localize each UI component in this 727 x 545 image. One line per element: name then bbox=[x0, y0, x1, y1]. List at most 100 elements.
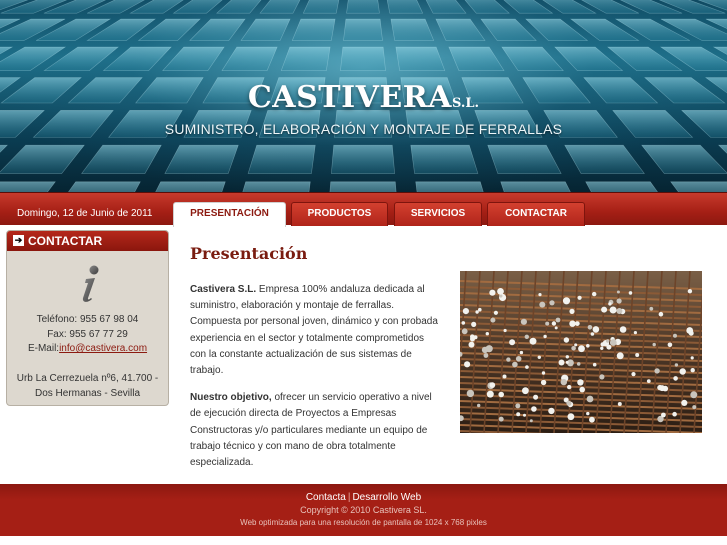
rebar-end-cap bbox=[586, 411, 590, 416]
intro-paragraph: Castivera S.L. Empresa 100% andaluza ded… bbox=[190, 282, 440, 379]
rebar-end-cap bbox=[577, 295, 582, 300]
email-link[interactable]: info@castivera.com bbox=[59, 343, 147, 354]
header-grid-tile bbox=[331, 144, 395, 174]
objective-paragraph: Nuestro objetivo, ofrecer un servicio op… bbox=[190, 390, 440, 471]
rebar-end-cap bbox=[577, 379, 584, 386]
rebar-end-cap bbox=[616, 352, 624, 360]
rebar-end-cap bbox=[524, 334, 529, 339]
rebar-end-cap bbox=[538, 293, 542, 297]
rebar-end-cap bbox=[606, 344, 612, 350]
header-grid-tile bbox=[415, 181, 484, 192]
rebar-end-cap bbox=[466, 389, 475, 398]
header-grid-tile bbox=[501, 46, 564, 71]
rebar-end-cap bbox=[635, 353, 640, 357]
header-grid-tile bbox=[280, 46, 331, 71]
rebar-end-cap bbox=[522, 387, 529, 395]
tab-servicios[interactable]: SERVICIOS bbox=[394, 202, 482, 226]
footer-link-contacta[interactable]: Contacta bbox=[306, 492, 346, 503]
rebar-end-cap bbox=[558, 359, 565, 366]
tab-productos[interactable]: PRODUCTOS bbox=[291, 202, 388, 226]
rebar-end-cap bbox=[486, 390, 494, 398]
arrow-right-icon: ➔ bbox=[13, 235, 24, 247]
rebar-end-cap bbox=[506, 357, 511, 362]
rebar-end-cap bbox=[587, 325, 593, 330]
rebar-end-cap bbox=[525, 365, 529, 369]
sidebar-header: ➔ CONTACTAR bbox=[7, 231, 168, 251]
email-row: E-Mail:info@castivera.com bbox=[7, 342, 168, 357]
rebar-end-cap bbox=[690, 368, 695, 373]
header-grid-tile bbox=[343, 18, 383, 41]
rebar-end-cap bbox=[654, 368, 660, 374]
header-grid-tile bbox=[346, 0, 380, 14]
rebar-end-cap bbox=[541, 371, 546, 375]
header-grid-tile bbox=[564, 144, 645, 174]
rebar-end-cap bbox=[571, 346, 576, 351]
rebar-end-cap bbox=[475, 310, 479, 314]
rebar-end-cap bbox=[540, 379, 547, 386]
rebar-end-cap bbox=[649, 306, 654, 311]
header-grid-tile bbox=[302, 0, 340, 14]
rebar-end-cap bbox=[578, 345, 585, 353]
header-grid-tile bbox=[487, 144, 562, 174]
intro-text: Castivera S.L. Empresa 100% andaluza ded… bbox=[190, 282, 440, 482]
email-label: E-Mail: bbox=[27, 343, 60, 354]
rebar-end-cap bbox=[586, 344, 590, 348]
rebar-end-cap bbox=[512, 361, 518, 368]
rebar-end-cap bbox=[690, 356, 694, 360]
rebar-end-cap bbox=[590, 332, 595, 336]
header-grid-tile bbox=[242, 181, 311, 192]
rebar-end-cap bbox=[548, 407, 555, 415]
rebar-end-cap bbox=[646, 379, 651, 383]
rebar-end-cap bbox=[481, 346, 489, 354]
rebar-end-cap bbox=[609, 306, 617, 314]
address-line-1: Urb La Cerrezuela nº6, 41.700 - bbox=[16, 373, 159, 384]
header-grid-tile bbox=[585, 181, 658, 192]
header-grid-tile bbox=[189, 18, 246, 41]
rebar-end-cap bbox=[498, 416, 504, 422]
brand-suffix: S.L. bbox=[451, 96, 480, 111]
rebar-end-cap bbox=[679, 368, 686, 375]
rebar-end-cap bbox=[470, 334, 475, 339]
header-grid-tile bbox=[164, 144, 239, 174]
address-line-2: Dos Hermanas - Sevilla bbox=[34, 388, 141, 399]
footer-link-desarrollo-web[interactable]: Desarrollo Web bbox=[352, 492, 421, 503]
rebar-end-cap bbox=[529, 419, 533, 423]
rebar-end-cap bbox=[478, 307, 482, 312]
rebar-end-cap bbox=[659, 385, 666, 392]
rebar-end-cap bbox=[690, 391, 698, 399]
rebar-end-cap bbox=[483, 353, 489, 358]
intro-body: Empresa 100% andaluza dedicada al sumini… bbox=[190, 284, 438, 377]
rebar-end-cap bbox=[529, 337, 537, 345]
objective-body: ofrecer un servicio operativo a nivel de… bbox=[190, 392, 432, 469]
rebar-end-cap bbox=[592, 362, 597, 367]
rebar-end-cap bbox=[652, 342, 656, 347]
header-banner: CASTIVERAS.L. SUMINISTRO, ELABORACIÓN Y … bbox=[0, 0, 727, 192]
header-grid-tile bbox=[162, 46, 225, 71]
rebar-end-cap bbox=[674, 363, 679, 367]
header-grid-tile bbox=[395, 46, 446, 71]
rebar-end-cap bbox=[543, 334, 547, 339]
navbar: Domingo, 12 de Junio de 2011 PRESENTACIÓ… bbox=[0, 192, 727, 227]
rebar-end-cap bbox=[545, 321, 550, 326]
rebar-end-cap bbox=[563, 337, 570, 343]
contact-info: Teléfono: 955 67 98 04 Fax: 955 67 77 29… bbox=[7, 313, 168, 357]
header-grid-tile bbox=[410, 144, 479, 174]
rebar-end-cap bbox=[616, 290, 620, 294]
intro-company-name: Castivera S.L. bbox=[190, 284, 257, 295]
brand-name: CASTIVERA bbox=[247, 80, 452, 115]
rebar-end-cap bbox=[515, 403, 521, 409]
rebar-illustration bbox=[460, 271, 702, 433]
header-grid-tile bbox=[670, 181, 727, 192]
rebar-end-cap bbox=[673, 376, 678, 381]
rebar-end-cap bbox=[567, 384, 572, 390]
rebar-end-cap bbox=[576, 362, 581, 366]
rebar-end-cap bbox=[566, 400, 572, 406]
rebar-end-cap bbox=[606, 339, 610, 343]
rebar-end-cap bbox=[461, 328, 468, 335]
tab-presentacion[interactable]: PRESENTACIÓN bbox=[173, 202, 286, 227]
rebar-end-cap bbox=[523, 413, 526, 417]
brand-logo: CASTIVERAS.L. bbox=[0, 80, 727, 115]
tab-contactar[interactable]: CONTACTAR bbox=[487, 202, 585, 226]
rebar-end-cap bbox=[519, 350, 524, 355]
rebar-end-cap bbox=[672, 411, 677, 417]
